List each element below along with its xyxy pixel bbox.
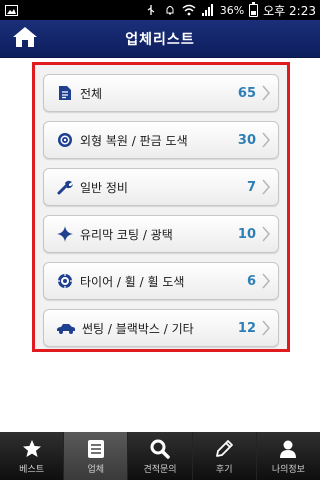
category-label: 전체	[80, 86, 103, 101]
pencil-icon	[213, 438, 235, 460]
target-icon	[56, 131, 74, 149]
category-item-all[interactable]: 전체 65	[43, 74, 279, 112]
category-list: 전체 65 외형 복원 / 판금 도색 30 일반 정비 7 유리막 코팅 / …	[32, 62, 290, 352]
category-item-glass-coating[interactable]: 유리막 코팅 / 광택 10	[43, 215, 279, 253]
category-count: 12	[237, 320, 256, 336]
nav-tab-my-info[interactable]: 나의정보	[257, 432, 320, 480]
image-notification-icon	[4, 4, 18, 16]
usb-icon	[144, 4, 158, 16]
status-bar: 36% 오후 2:23	[0, 0, 320, 20]
nav-label: 견적문의	[143, 464, 177, 475]
bottom-nav: 베스트 업체 견적문의 후기 나의정보	[0, 432, 320, 480]
tire-icon	[56, 272, 74, 290]
search-icon	[149, 438, 171, 460]
signal-icon	[201, 4, 215, 16]
category-count: 30	[237, 132, 256, 148]
bell-icon	[163, 4, 177, 16]
clock: 오후 2:23	[263, 3, 316, 18]
category-label: 외형 복원 / 판금 도색	[80, 133, 188, 148]
car-icon	[56, 319, 76, 337]
category-label: 유리막 코팅 / 광택	[80, 227, 173, 242]
chevron-right-icon	[260, 178, 272, 196]
page-title: 업체리스트	[125, 31, 195, 48]
sparkle-icon	[56, 225, 74, 243]
category-item-tire-wheel[interactable]: 타이어 / 휠 / 휠 도색 6	[43, 262, 279, 300]
category-label: 썬팅 / 블랙박스 / 기타	[82, 321, 194, 336]
star-icon	[21, 438, 43, 460]
category-count: 65	[237, 85, 256, 101]
battery-percent: 36%	[219, 3, 245, 17]
chevron-right-icon	[260, 84, 272, 102]
chevron-right-icon	[260, 319, 272, 337]
nav-tab-companies[interactable]: 업체	[64, 432, 129, 480]
nav-label: 후기	[215, 464, 233, 475]
category-item-general-maintenance[interactable]: 일반 정비 7	[43, 168, 279, 206]
category-count: 7	[246, 179, 256, 195]
category-label: 타이어 / 휠 / 휠 도색	[80, 274, 185, 289]
list-icon	[85, 438, 107, 460]
app-header: 업체리스트	[0, 20, 320, 58]
battery-icon	[249, 1, 259, 17]
chevron-right-icon	[260, 225, 272, 243]
nav-tab-estimate[interactable]: 견적문의	[128, 432, 193, 480]
person-icon	[277, 438, 299, 460]
wifi-icon	[182, 4, 196, 16]
nav-tab-reviews[interactable]: 후기	[193, 432, 257, 480]
category-count: 6	[246, 273, 256, 289]
nav-label: 나의정보	[271, 464, 305, 475]
chevron-right-icon	[260, 272, 272, 290]
document-icon	[56, 84, 74, 102]
category-item-exterior-restoration[interactable]: 외형 복원 / 판금 도색 30	[43, 121, 279, 159]
nav-tab-best[interactable]: 베스트	[0, 432, 65, 480]
category-count: 10	[237, 226, 256, 242]
nav-label: 업체	[87, 464, 105, 475]
home-button[interactable]	[10, 26, 40, 52]
wrench-icon	[56, 178, 74, 196]
chevron-right-icon	[260, 131, 272, 149]
category-item-tinting-blackbox[interactable]: 썬팅 / 블랙박스 / 기타 12	[43, 309, 279, 347]
category-label: 일반 정비	[80, 180, 128, 195]
home-icon	[12, 26, 38, 52]
nav-label: 베스트	[19, 464, 45, 475]
